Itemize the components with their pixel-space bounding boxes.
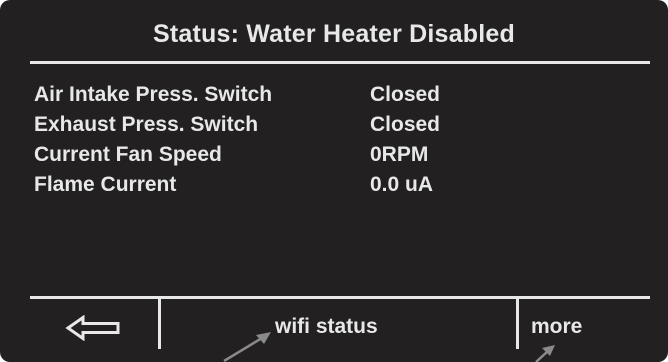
page-title: Status: Water Heater Disabled	[153, 20, 515, 48]
status-value: Closed	[370, 83, 441, 106]
wifi-status-button[interactable]: wifi status	[161, 300, 516, 356]
left-arrow-icon	[65, 315, 123, 341]
status-label: Flame Current	[34, 173, 177, 196]
status-value: 0.0 uA	[370, 173, 434, 196]
header-divider	[30, 61, 650, 64]
back-button[interactable]	[30, 300, 158, 356]
wifi-status-label: wifi status	[275, 315, 378, 338]
status-label: Current Fan Speed	[34, 143, 222, 166]
status-value: Closed	[370, 113, 441, 136]
display-screen: Status: Water Heater Disabled Air Intake…	[0, 0, 668, 362]
status-label: Air Intake Press. Switch	[34, 83, 273, 106]
status-value: 0RPM	[370, 143, 429, 166]
more-label: more	[531, 315, 583, 338]
footer-divider	[30, 296, 650, 299]
status-label: Exhaust Press. Switch	[34, 113, 259, 136]
more-button[interactable]: more	[519, 300, 650, 356]
